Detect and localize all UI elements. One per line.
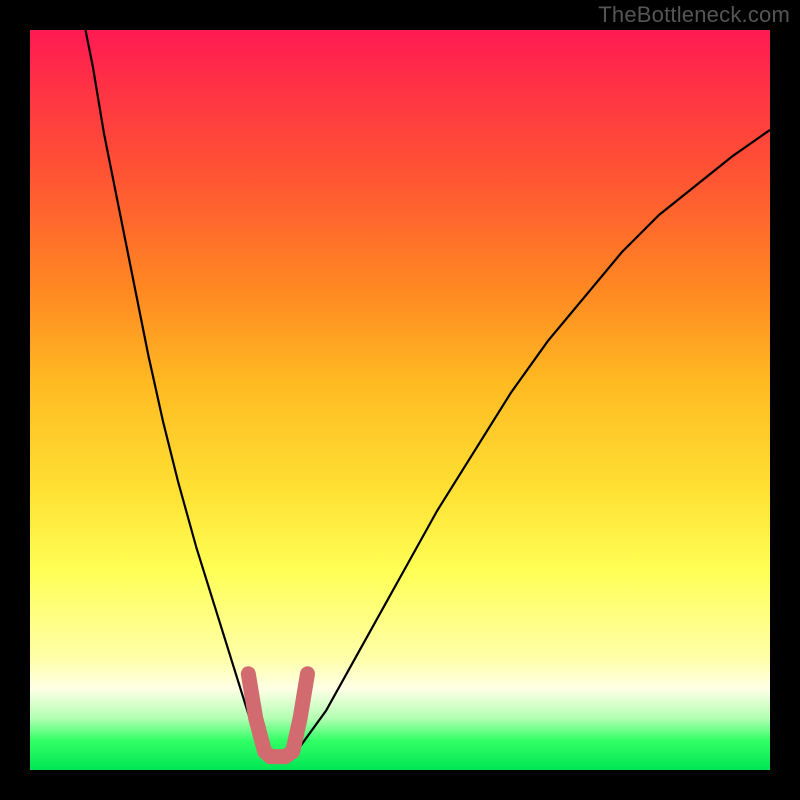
plot-area (30, 30, 770, 770)
watermark-text: TheBottleneck.com (598, 2, 790, 28)
left-curve (86, 30, 265, 757)
right-curve (293, 130, 770, 757)
pink-overlay (248, 674, 307, 757)
chart-root: TheBottleneck.com (0, 0, 800, 800)
chart-svg (30, 30, 770, 770)
